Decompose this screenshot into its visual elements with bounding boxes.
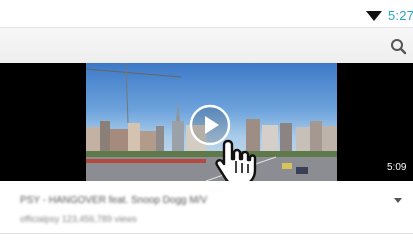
search-icon[interactable] [388, 36, 410, 58]
video-title[interactable]: PSY - HANGOVER feat. Snoop Dogg M/V [20, 195, 375, 206]
video-info[interactable] [0, 181, 413, 234]
action-bar [0, 27, 413, 64]
chevron-down-icon[interactable] [394, 198, 402, 203]
video-duration: 5:09 [387, 162, 407, 173]
status-time: 5:27 [388, 8, 413, 23]
wifi-icon [366, 11, 382, 21]
video-meta: officialpsy 123,456,789 views [20, 214, 137, 224]
status-bar: 5:27 [0, 0, 413, 27]
